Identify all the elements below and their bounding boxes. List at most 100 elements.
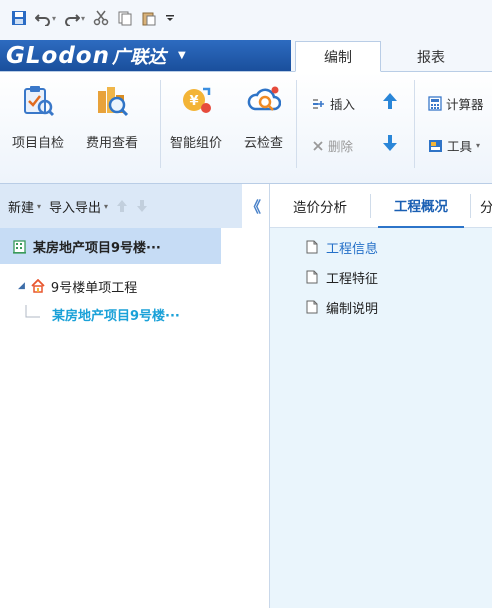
doc-item-project-info[interactable]: 工程信息 <box>306 236 378 258</box>
delete-button[interactable]: 删除 <box>312 136 353 155</box>
smart-pricing-icon: ¥ <box>178 82 214 118</box>
detail-panel: 造价分析 工程概况 分 工程信息 工程特征 编制说明 <box>270 184 492 608</box>
tab-label: 工程概况 <box>394 199 448 215</box>
chevron-down-icon: ▾ <box>81 13 86 23</box>
brand-name: 广联达 <box>111 46 166 68</box>
cost-view-icon <box>94 82 130 118</box>
detail-tab-bar: 造价分析 工程概况 分 <box>270 184 492 228</box>
customize-toolbar-button[interactable] <box>162 7 178 29</box>
new-button[interactable]: 新建 ▾ <box>8 197 41 216</box>
cloud-check-button[interactable]: 云检查 <box>244 82 283 151</box>
document-icon <box>306 270 318 284</box>
tree-toolbar: 新建 ▾ 导入导出 ▾ <box>0 184 242 228</box>
tools-button[interactable]: 工具 ▾ <box>428 136 480 155</box>
ribbon-tab-bar: GLodon 广联达 ▼ 编制 报表 <box>0 36 492 72</box>
ribbon-panel: 项目自检 费用查看 ¥ 智能组价 云检查 插入 删除 计算器 工具 ▾ <box>0 72 492 184</box>
calculator-button[interactable]: 计算器 <box>428 94 484 113</box>
cloud-check-icon <box>246 82 282 118</box>
move-down-button[interactable] <box>382 134 398 152</box>
building-icon <box>13 239 26 254</box>
chevron-down-icon: ▼ <box>177 50 186 61</box>
cloud-check-label: 云检查 <box>244 136 284 151</box>
ribbon-divider <box>414 80 415 168</box>
import-export-label: 导入导出 <box>49 200 102 216</box>
tree-item-label: 某房地产项目9号楼··· <box>52 308 180 324</box>
insert-label: 插入 <box>330 97 356 112</box>
arrow-up-icon <box>117 200 128 212</box>
insert-button[interactable]: 插入 <box>312 94 355 113</box>
paste-button[interactable] <box>138 7 160 29</box>
tab-subitems[interactable]: 分 <box>480 184 492 228</box>
copy-button[interactable] <box>114 7 136 29</box>
save-button[interactable] <box>8 7 30 29</box>
smart-pricing-button[interactable]: ¥ 智能组价 <box>170 82 222 151</box>
cost-view-button[interactable]: 费用查看 <box>86 82 138 151</box>
tab-cost-analysis[interactable]: 造价分析 <box>278 184 362 228</box>
cut-icon <box>93 10 109 26</box>
tab-divider <box>370 194 371 218</box>
home-icon <box>31 279 45 293</box>
brand-logo: GLodon <box>6 42 110 69</box>
calculator-icon <box>428 96 442 111</box>
delete-label: 删除 <box>328 139 354 154</box>
save-icon <box>12 11 26 25</box>
paste-icon <box>142 12 156 26</box>
cost-view-label: 费用查看 <box>86 136 139 151</box>
tab-divider <box>470 194 471 218</box>
project-check-button[interactable]: 项目自检 <box>12 82 64 151</box>
doc-item-label: 工程特征 <box>326 271 379 287</box>
arrow-up-icon <box>383 93 397 109</box>
redo-icon <box>65 14 81 26</box>
doc-item-label: 工程信息 <box>326 241 379 257</box>
new-label: 新建 <box>8 200 35 216</box>
collapse-panel-button[interactable]: 《 <box>246 196 266 216</box>
redo-button[interactable]: ▾ <box>61 7 88 29</box>
arrow-down-icon <box>137 200 148 212</box>
svg-text:¥: ¥ <box>189 94 198 109</box>
tab-edit[interactable]: 编制 <box>295 41 381 72</box>
tree-connector-icon <box>25 305 40 318</box>
insert-icon <box>313 98 324 109</box>
calculator-label: 计算器 <box>446 97 484 112</box>
tree-item-label: 9号楼单项工程 <box>50 280 138 296</box>
expand-triangle-icon[interactable]: ◢ <box>18 281 25 291</box>
copy-icon <box>118 11 132 26</box>
tab-label: 分 <box>480 200 492 216</box>
cut-button[interactable] <box>90 7 112 29</box>
import-export-button[interactable]: 导入导出 ▾ <box>49 197 108 216</box>
tree-item-label: 某房地产项目9号楼··· <box>33 240 161 256</box>
tree-item-unit-project[interactable]: 某房地产项目9号楼··· <box>0 296 180 332</box>
chevron-down-icon: ▾ <box>476 141 481 150</box>
undo-icon <box>35 14 50 26</box>
tree-move-up-button[interactable] <box>116 199 128 213</box>
arrow-down-icon <box>383 135 397 151</box>
tab-reports-label: 报表 <box>417 49 445 66</box>
app-menu-button[interactable]: GLodon 广联达 ▼ <box>0 40 291 71</box>
quick-access-toolbar: ▾ ▾ <box>0 0 492 36</box>
move-up-button[interactable] <box>382 92 398 110</box>
tools-label: 工具 <box>447 139 473 154</box>
tools-icon <box>429 140 442 152</box>
undo-button[interactable]: ▾ <box>32 7 59 29</box>
smart-pricing-label: 智能组价 <box>170 136 223 151</box>
tree-move-down-button[interactable] <box>136 199 148 213</box>
tab-reports[interactable]: 报表 <box>392 41 470 72</box>
close-icon <box>313 140 323 151</box>
tab-edit-label: 编制 <box>324 49 352 66</box>
tab-label: 造价分析 <box>293 200 347 216</box>
ribbon-divider <box>296 80 297 168</box>
doc-item-compile-notes[interactable]: 编制说明 <box>306 296 378 318</box>
document-icon <box>306 240 318 254</box>
project-check-label: 项目自检 <box>12 136 65 151</box>
doc-item-label: 编制说明 <box>326 301 379 317</box>
chevron-down-icon: ▾ <box>52 13 57 23</box>
tree-item-project[interactable]: 某房地产项目9号楼··· <box>0 228 221 264</box>
tab-project-overview[interactable]: 工程概况 <box>378 184 464 228</box>
chevron-down-icon: ▾ <box>37 201 42 211</box>
customize-arrow-icon <box>166 15 175 21</box>
document-icon <box>306 300 318 314</box>
ribbon-divider <box>160 80 161 168</box>
project-check-icon <box>20 82 56 118</box>
doc-item-project-features[interactable]: 工程特征 <box>306 266 378 288</box>
chevron-down-icon: ▾ <box>104 201 109 211</box>
